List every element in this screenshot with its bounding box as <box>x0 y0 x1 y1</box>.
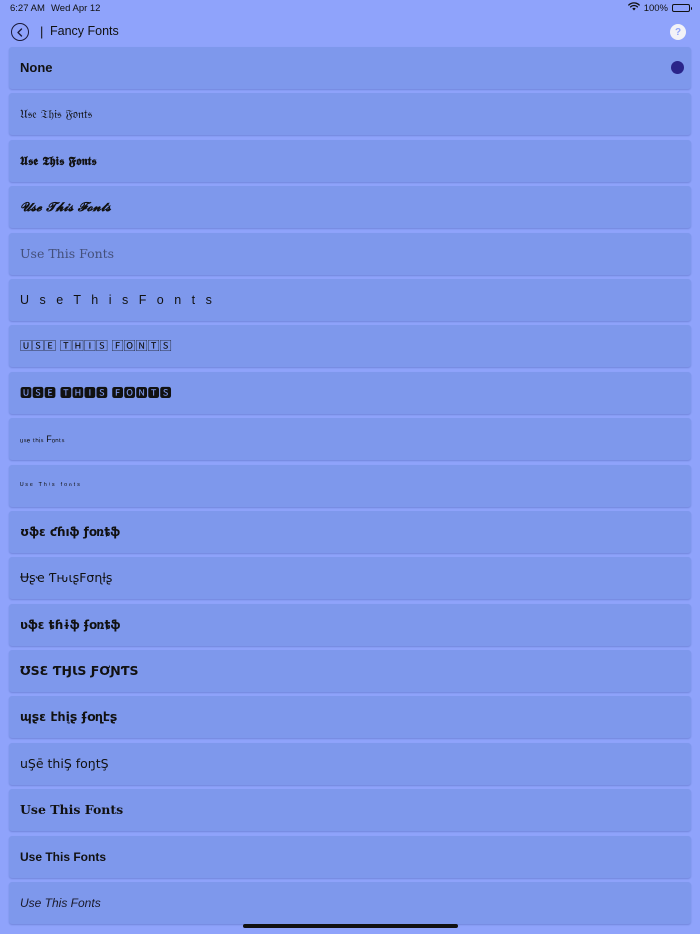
help-button[interactable]: ? <box>670 24 686 40</box>
status-right-group: 100% <box>627 2 692 14</box>
font-option-label: None <box>20 60 53 75</box>
font-option-label: ʊֆɛ ƈɦıֆ ƒօռȶֆ <box>20 524 121 539</box>
font-option-italic[interactable]: Use This Fonts <box>9 882 691 925</box>
back-button[interactable] <box>11 23 29 41</box>
font-option-label: 🆄🆂🅴 🆃🅷🅸🆂 🅵🅾🅽🆃🆂 <box>20 385 172 400</box>
font-option-label: Use This Fonts <box>20 849 107 864</box>
home-indicator[interactable] <box>243 924 458 928</box>
font-option-negative-squared[interactable]: 🆄🆂🅴 🆃🅷🅸🆂 🅵🅾🅽🆃🆂 <box>9 371 691 414</box>
status-time: 6:27 AM <box>10 3 45 14</box>
font-option-label: ᵤₛₑ ₜₕᵢₛ Fₒₙₜₛ <box>20 434 65 445</box>
font-option-label: 𝖀𝖘𝖊 𝕿𝖍𝖎𝖘 𝕱𝖔𝖓𝖙𝖘 <box>20 153 97 168</box>
font-option-label: 🅄🅂🄴 🅃🄷🄸🅂 🄵🄾🄽🅃🅂 <box>20 339 172 354</box>
battery-icon <box>672 4 692 12</box>
font-option-label: 𝓤𝓼𝓮 𝓣𝓱𝓲𝓼 𝓕𝓸𝓷𝓽𝓼 <box>20 199 111 215</box>
font-option-label: ᵁˢᵉ ᵀʰⁱˢ ᶠᵒⁿᵗˢ <box>20 480 82 490</box>
font-option-label: ʋֆɛ ȶɦɨֆ ʄօռȶֆ <box>20 617 121 632</box>
font-options-list: None 𝔘𝔰𝔢 𝔗𝔥𝔦𝔰 𝔉𝔬𝔫𝔱𝔰 𝖀𝖘𝖊 𝕿𝖍𝖎𝖘 𝕱𝖔𝖓𝖙𝖘 𝓤𝓼𝓮 𝓣… <box>9 47 691 928</box>
font-option-label: Use This Fonts <box>20 802 124 818</box>
page-title: Fancy Fonts <box>50 24 119 38</box>
font-option-label: Use This Fonts <box>20 245 115 261</box>
title-separator: | <box>40 24 44 39</box>
font-option-fraktur-bold[interactable]: 𝖀𝖘𝖊 𝕿𝖍𝖎𝖘 𝕱𝖔𝖓𝖙𝖘 <box>9 139 691 182</box>
font-option-label: Ʉʂҽ ƬԋιʂFσɳƚʂ <box>20 570 113 586</box>
font-option-squared[interactable]: 🅄🅂🄴 🅃🄷🄸🅂 🄵🄾🄽🅃🅂 <box>9 325 691 368</box>
battery-percent: 100% <box>643 2 668 14</box>
font-option-subscript[interactable]: ᵤₛₑ ₜₕᵢₛ Fₒₙₜₛ <box>9 418 691 461</box>
font-option-superscript[interactable]: ᵁˢᵉ ᵀʰⁱˢ ᶠᵒⁿᵗˢ <box>9 464 691 507</box>
font-option-sans-bold[interactable]: Use This Fonts <box>9 835 691 878</box>
font-option-decorative-1[interactable]: ʊֆɛ ƈɦıֆ ƒօռȶֆ <box>9 510 691 553</box>
font-option-label: U s e T h i s F o n t s <box>20 292 216 307</box>
font-option-serif-bold[interactable]: Use This Fonts <box>9 789 691 832</box>
status-date: Wed Apr 12 <box>51 3 101 14</box>
chevron-left-icon <box>17 27 23 37</box>
font-option-label: uŞē thiŞ foŋtŞ <box>20 755 109 771</box>
font-option-none[interactable]: None <box>9 47 691 89</box>
font-option-script-bold[interactable]: 𝓤𝓼𝓮 𝓣𝓱𝓲𝓼 𝓕𝓸𝓷𝓽𝓼 <box>9 186 691 229</box>
font-option-label: Use This Fonts <box>20 896 101 911</box>
font-option-decorative-2[interactable]: Ʉʂҽ ƬԋιʂFσɳƚʂ <box>9 557 691 600</box>
font-option-decorative-3[interactable]: ʋֆɛ ȶɦɨֆ ʄօռȶֆ <box>9 603 691 646</box>
font-option-label: պʂε էհįʂ ʄօղէʂ <box>20 709 118 725</box>
font-option-serif-muted[interactable]: Use This Fonts <box>9 232 691 275</box>
nav-header: | Fancy Fonts ? <box>0 20 700 44</box>
font-option-label: ƱЅƐ ƬӇƖЅ ƑƠƝƬЅ <box>20 663 139 679</box>
font-option-spaced[interactable]: U s e T h i s F o n t s <box>9 278 691 321</box>
font-option-label: 𝔘𝔰𝔢 𝔗𝔥𝔦𝔰 𝔉𝔬𝔫𝔱𝔰 <box>20 107 93 122</box>
question-icon: ? <box>674 26 682 38</box>
wifi-icon <box>627 2 640 14</box>
selected-indicator-icon <box>671 61 684 74</box>
font-option-decorative-4[interactable]: ƱЅƐ ƬӇƖЅ ƑƠƝƬЅ <box>9 650 691 693</box>
status-bar: 6:27 AM Wed Apr 12 100% <box>0 0 700 18</box>
font-option-decorative-6[interactable]: uŞē thiŞ foŋtŞ <box>9 742 691 785</box>
font-option-decorative-5[interactable]: պʂε էհįʂ ʄօղէʂ <box>9 696 691 739</box>
font-option-fraktur[interactable]: 𝔘𝔰𝔢 𝔗𝔥𝔦𝔰 𝔉𝔬𝔫𝔱𝔰 <box>9 93 691 136</box>
